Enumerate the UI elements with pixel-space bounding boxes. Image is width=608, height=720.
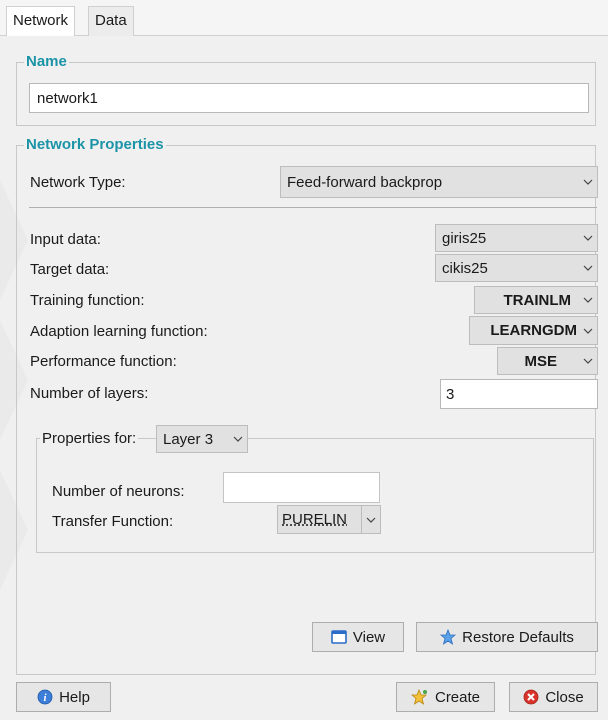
- properties-separator: [29, 207, 597, 208]
- restore-defaults-label: Restore Defaults: [462, 628, 574, 646]
- target-data-select[interactable]: cikis25: [435, 254, 598, 282]
- transfer-function-value: PURELIN: [282, 511, 348, 528]
- input-data-value: giris25: [442, 229, 487, 247]
- adaption-function-select[interactable]: LEARNGDM: [469, 316, 598, 345]
- number-of-neurons-input[interactable]: [223, 472, 380, 503]
- properties-for-label: Properties for:: [40, 429, 139, 449]
- number-of-layers-label: Number of layers:: [30, 385, 149, 402]
- create-button[interactable]: Create: [396, 682, 495, 712]
- target-data-label: Target data:: [30, 261, 110, 278]
- star-icon: [440, 629, 457, 645]
- performance-function-select[interactable]: MSE: [497, 347, 598, 375]
- input-data-label: Input data:: [30, 231, 101, 248]
- network-type-label: Network Type:: [30, 174, 126, 191]
- number-of-layers-input[interactable]: 3: [440, 379, 598, 409]
- help-button[interactable]: i Help: [16, 682, 111, 712]
- name-input[interactable]: network1: [29, 83, 589, 113]
- chevron-down-icon: [579, 358, 597, 364]
- chevron-down-icon: [579, 297, 597, 303]
- chevron-down-icon: [579, 265, 597, 271]
- target-data-value: cikis25: [442, 259, 488, 277]
- adaption-function-value: LEARNGDM: [490, 322, 577, 339]
- network-type-value: Feed-forward backprop: [287, 173, 443, 191]
- network-type-select[interactable]: Feed-forward backprop: [280, 166, 598, 198]
- chevron-down-icon: [579, 179, 597, 185]
- performance-function-value: MSE: [524, 352, 557, 370]
- create-label: Create: [434, 688, 481, 706]
- help-label: Help: [59, 688, 90, 706]
- chevron-down-icon: [229, 436, 247, 442]
- training-function-value: TRAINLM: [503, 291, 572, 309]
- view-button-label: View: [352, 628, 386, 646]
- training-function-label: Training function:: [30, 292, 145, 309]
- view-window-icon: [331, 630, 347, 644]
- transfer-function-label: Transfer Function:: [52, 513, 174, 530]
- name-group-title: Name: [24, 53, 69, 71]
- network-properties-title: Network Properties: [24, 136, 166, 154]
- chevron-down-icon: [361, 506, 380, 533]
- input-data-select[interactable]: giris25: [435, 224, 598, 252]
- restore-defaults-button[interactable]: Restore Defaults: [416, 622, 598, 652]
- layer-select-value: Layer 3: [163, 430, 214, 448]
- close-button[interactable]: Close: [509, 682, 598, 712]
- close-icon: [523, 689, 539, 705]
- number-of-neurons-label: Number of neurons:: [52, 483, 185, 500]
- adaption-function-label: Adaption learning function:: [30, 323, 208, 340]
- transfer-function-select[interactable]: PURELIN: [277, 505, 381, 534]
- performance-function-label: Performance function:: [30, 353, 177, 370]
- chevron-down-icon: [579, 235, 597, 241]
- help-icon: i: [37, 689, 53, 705]
- layer-select[interactable]: Layer 3: [156, 425, 248, 453]
- view-button[interactable]: View: [312, 622, 404, 652]
- tab-data[interactable]: Data: [88, 6, 134, 36]
- tab-network[interactable]: Network: [6, 6, 76, 36]
- close-label: Close: [545, 688, 584, 706]
- create-star-icon: [410, 689, 429, 705]
- training-function-select[interactable]: TRAINLM: [474, 286, 598, 314]
- chevron-down-icon: [579, 328, 597, 334]
